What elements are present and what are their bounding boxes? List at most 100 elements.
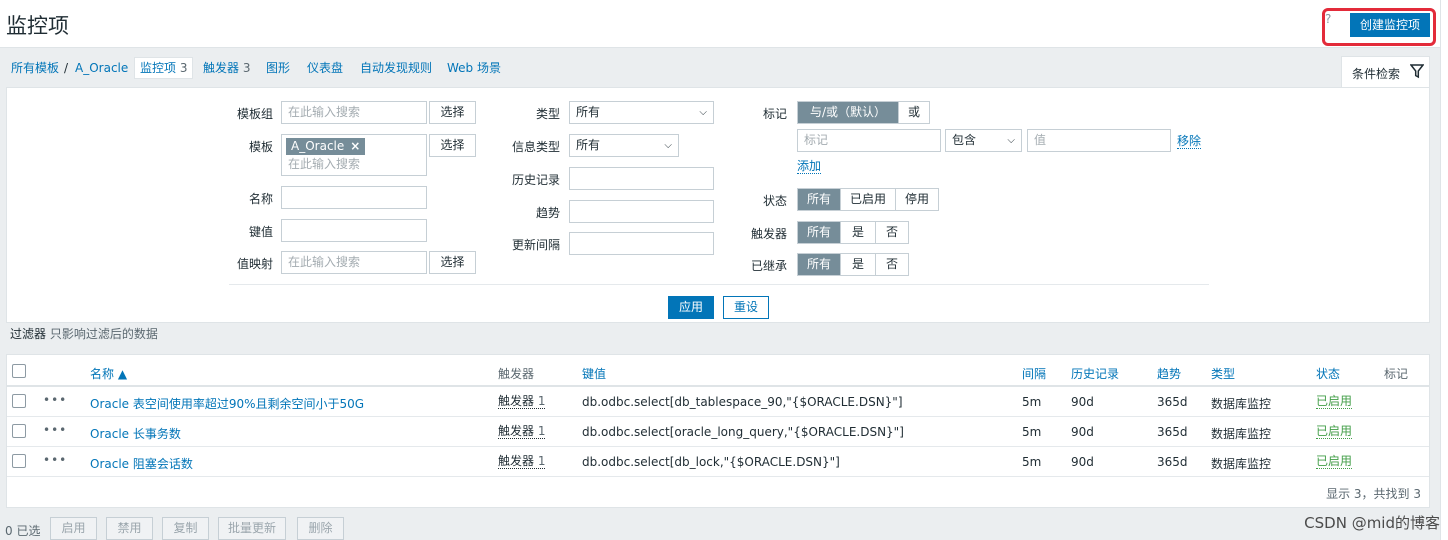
state-label: 状态 (763, 194, 788, 208)
item-triggers-label: 触发器 (498, 454, 535, 468)
item-triggers-link[interactable]: 触发器 1 (498, 424, 546, 439)
col-type-header[interactable]: 类型 (1211, 365, 1235, 382)
filter-tab[interactable]: 条件检索 (1341, 56, 1430, 87)
template-placeholder: 在此输入搜索 (288, 157, 361, 171)
tag-remove-link[interactable]: 移除 (1177, 134, 1202, 149)
key-input[interactable] (281, 219, 427, 242)
copy-button[interactable]: 复制 (162, 517, 209, 540)
mass-update-button[interactable]: 批量更新 (218, 517, 286, 540)
tag-value-input[interactable]: 值 (1027, 129, 1171, 152)
info-type-select[interactable]: 所有 ⌵ (569, 134, 679, 157)
col-interval-header[interactable]: 间隔 (1022, 365, 1046, 382)
template-multiselect[interactable]: A_Oracle × 在此输入搜索 (281, 134, 427, 176)
state-toggle[interactable]: 所有 已启用 停用 (797, 188, 940, 211)
trends-input[interactable] (569, 200, 714, 223)
breadcrumb-template[interactable]: A_Oracle (75, 56, 128, 80)
inherited-label: 已继承 (751, 259, 788, 273)
tag-remove-icon[interactable]: × (350, 139, 360, 153)
info-type-select-value: 所有 (576, 138, 601, 152)
item-triggers-count: 1 (537, 424, 546, 438)
table-row: ••• Oracle 表空间使用率超过90%且剩余空间小于50G 触发器 1 d… (7, 387, 1429, 417)
row-checkbox[interactable] (12, 394, 26, 408)
col-history-header[interactable]: 历史记录 (1071, 365, 1119, 382)
col-status-header[interactable]: 状态 (1316, 365, 1340, 382)
tags-or-option[interactable]: 或 (898, 102, 929, 123)
col-tags-header: 标记 (1384, 367, 1409, 381)
col-key-header[interactable]: 键值 (582, 365, 606, 382)
tags-andor-option[interactable]: 与/或（默认） (798, 102, 899, 123)
item-triggers-link[interactable]: 触发器 1 (498, 395, 546, 409)
row-checkbox[interactable] (12, 454, 26, 468)
tag-operator-value: 包含 (952, 133, 977, 147)
template-select-button[interactable]: 选择 (429, 134, 476, 157)
tags-evaltype-toggle[interactable]: 与/或（默认） 或 (797, 101, 931, 124)
table-row: ••• Oracle 阻塞会话数 触发器 1 db.odbc.select[db… (7, 447, 1429, 477)
triggers-filter-label: 触发器 (751, 227, 788, 241)
state-option-disabled[interactable]: 停用 (895, 189, 938, 210)
more-icon[interactable]: ••• (43, 423, 67, 437)
item-interval: 5m (1022, 395, 1042, 409)
triggers-toggle[interactable]: 所有 是 否 (797, 221, 910, 244)
col-triggers-header: 触发器 (498, 367, 535, 381)
more-icon[interactable]: ••• (43, 393, 67, 407)
tab-graphs[interactable]: 图形 (266, 56, 290, 80)
item-history: 90d (1071, 425, 1094, 439)
tab-triggers-label: 触发器 (203, 61, 240, 75)
triggers-option-all[interactable]: 所有 (798, 222, 841, 243)
info-type-label: 信息类型 (512, 140, 561, 154)
enable-button[interactable]: 启用 (50, 517, 97, 540)
item-type: 数据库监控 (1211, 457, 1272, 471)
select-all-checkbox[interactable] (12, 364, 26, 378)
reset-button[interactable]: 重设 (723, 296, 769, 319)
inherited-option-no[interactable]: 否 (875, 254, 908, 275)
filter-tab-label: 条件检索 (1352, 67, 1401, 81)
key-label: 键值 (249, 225, 274, 239)
type-select[interactable]: 所有 ⌵ (569, 101, 714, 124)
tab-discovery-rules[interactable]: 自动发现规则 (360, 56, 432, 80)
item-status-link[interactable]: 已启用 (1316, 455, 1353, 469)
tab-web-scenarios[interactable]: Web 场景 (447, 56, 501, 80)
create-item-button[interactable]: 创建监控项 (1350, 13, 1430, 37)
more-icon[interactable]: ••• (43, 453, 67, 467)
item-name-link[interactable]: Oracle 阻塞会话数 (90, 455, 193, 472)
tab-dashboards[interactable]: 仪表盘 (307, 56, 343, 80)
delete-button[interactable]: 删除 (297, 517, 344, 540)
tab-items[interactable]: 监控项 3 (134, 57, 194, 79)
history-input[interactable] (569, 167, 714, 190)
results-count: 显示 3，共找到 3 (1326, 487, 1421, 501)
state-option-enabled[interactable]: 已启用 (840, 189, 895, 210)
col-name-header[interactable]: 名称 ▲ (90, 365, 127, 382)
triggers-option-yes[interactable]: 是 (840, 222, 875, 243)
row-checkbox[interactable] (12, 424, 26, 438)
col-trends-header[interactable]: 趋势 (1157, 365, 1181, 382)
tab-triggers[interactable]: 触发器 3 (203, 56, 250, 80)
type-label: 类型 (536, 107, 561, 121)
triggers-option-no[interactable]: 否 (875, 222, 908, 243)
name-input[interactable] (281, 186, 427, 209)
tag-add-link[interactable]: 添加 (797, 159, 822, 174)
item-status-link[interactable]: 已启用 (1316, 395, 1353, 409)
apply-button[interactable]: 应用 (668, 296, 714, 319)
type-select-value: 所有 (576, 105, 601, 119)
valuemap-input[interactable]: 在此输入搜索 (281, 251, 427, 274)
state-option-all[interactable]: 所有 (798, 189, 841, 210)
breadcrumb-all-templates[interactable]: 所有模板 (11, 56, 59, 80)
name-label: 名称 (249, 192, 274, 206)
disable-button[interactable]: 禁用 (106, 517, 153, 540)
item-name-link[interactable]: Oracle 长事务数 (90, 425, 181, 442)
item-status-link[interactable]: 已启用 (1316, 425, 1353, 439)
inherited-option-all[interactable]: 所有 (798, 254, 841, 275)
inherited-toggle[interactable]: 所有 是 否 (797, 253, 910, 276)
tag-operator-select[interactable]: 包含 ⌵ (945, 129, 1022, 152)
item-name-link[interactable]: Oracle 表空间使用率超过90%且剩余空间小于50G (90, 395, 364, 412)
interval-input[interactable] (569, 232, 714, 255)
page-title: 监控项 (6, 14, 69, 38)
tag-name-input[interactable]: 标记 (797, 129, 941, 152)
template-group-select-button[interactable]: 选择 (429, 101, 476, 124)
template-group-input[interactable]: 在此输入搜索 (281, 101, 427, 124)
valuemap-select-button[interactable]: 选择 (429, 251, 476, 274)
item-key: db.odbc.select[db_lock,"{$ORACLE.DSN}"] (582, 455, 840, 469)
item-triggers-link[interactable]: 触发器 1 (498, 454, 546, 469)
tab-items-label: 监控项 (140, 61, 177, 75)
inherited-option-yes[interactable]: 是 (840, 254, 875, 275)
